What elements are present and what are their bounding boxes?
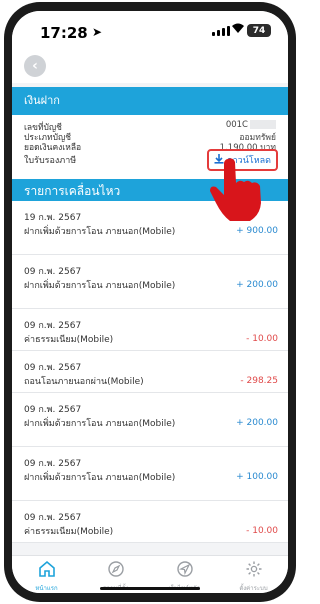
transaction-amount: - 10.00 xyxy=(246,526,278,536)
transaction-amount: - 10.00 xyxy=(246,334,278,344)
transaction-row[interactable]: 09 ก.พ. 2567 ฝากเพิ่มด้วยการโอน ภายนอก(Mo… xyxy=(12,447,288,501)
nav-label: หน้าแรก xyxy=(35,585,58,592)
status-time: 17:28 xyxy=(40,24,88,42)
phone-frame: 17:28 ➤ 74 ‹ เงินฝาก เลขที่บัญชี 001C ปร… xyxy=(4,2,296,602)
home-icon xyxy=(38,560,56,582)
transaction-description: ฝากเพิ่มด้วยการโอน ภายนอก(Mobile) xyxy=(24,473,176,483)
chevron-left-icon: ‹ xyxy=(32,58,38,74)
transaction-row[interactable]: 09 ก.พ. 2567 ฝากเพิ่มด้วยการโอน ภายนอก(Mo… xyxy=(12,255,288,309)
home-indicator xyxy=(100,587,200,590)
transaction-date: 09 ก.พ. 2567 xyxy=(24,513,82,523)
app-screen: 17:28 ➤ 74 ‹ เงินฝาก เลขที่บัญชี 001C ปร… xyxy=(12,11,288,593)
transaction-amount: + 200.00 xyxy=(236,280,278,290)
pointing-hand-icon xyxy=(210,158,261,221)
transaction-list: 19 ก.พ. 2567 ฝากเพิ่มด้วยการโอน ภายนอก(Mo… xyxy=(12,201,288,543)
transaction-row[interactable]: 09 ก.พ. 2567 ค่าธรรมเนียม(Mobile) - 10.00 xyxy=(12,501,288,543)
wifi-icon xyxy=(231,22,245,38)
transaction-description: ฝากเพิ่มด้วยการโอน ภายนอก(Mobile) xyxy=(24,281,176,291)
transaction-date: 19 ก.พ. 2567 xyxy=(24,213,82,223)
nav-label: ตั้งค่าระบบ xyxy=(239,585,268,592)
status-bar: 17:28 ➤ 74 xyxy=(12,11,288,51)
back-row: ‹ xyxy=(12,51,288,83)
transaction-amount: + 200.00 xyxy=(236,418,278,428)
transaction-date: 09 ก.พ. 2567 xyxy=(24,267,82,277)
transaction-date: 09 ก.พ. 2567 xyxy=(24,321,82,331)
transaction-description: ค่าธรรมเนียม(Mobile) xyxy=(24,335,114,345)
balance-label: ยอดเงินคงเหลือ xyxy=(24,143,82,153)
transaction-amount: + 100.00 xyxy=(236,472,278,482)
transaction-description: ถอนโอนภายนอกผ่าน(Mobile) xyxy=(24,377,144,387)
nav-item-home[interactable]: หน้าแรก xyxy=(12,556,81,593)
signal-icon xyxy=(212,26,230,36)
transaction-date: 09 ก.พ. 2567 xyxy=(24,405,82,415)
deposit-header: เงินฝาก xyxy=(12,87,288,115)
account-number-value: 001C xyxy=(226,120,276,130)
back-button[interactable]: ‹ xyxy=(24,55,46,77)
account-type-row: ประเภทบัญชี ออมทรัพย์ xyxy=(24,130,276,143)
transaction-description: ค่าธรรมเนียม(Mobile) xyxy=(24,527,114,537)
transaction-row[interactable]: 09 ก.พ. 2567 ค่าธรรมเนียม(Mobile) - 10.00 xyxy=(12,309,288,351)
location-arrow-icon: ➤ xyxy=(92,25,103,39)
tax-certificate-label: ใบรับรองภาษี xyxy=(24,156,77,166)
battery-indicator: 74 xyxy=(247,24,271,37)
transaction-row[interactable]: 09 ก.พ. 2567 ฝากเพิ่มด้วยการโอน ภายนอก(Mo… xyxy=(12,393,288,447)
transaction-amount: + 900.00 xyxy=(236,226,278,236)
transaction-description: ฝากเพิ่มด้วยการโอน ภายนอก(Mobile) xyxy=(24,227,176,237)
transaction-date: 09 ก.พ. 2567 xyxy=(24,459,82,469)
compass-icon xyxy=(107,560,125,582)
transaction-amount: - 298.25 xyxy=(240,376,278,386)
nav-item-gear[interactable]: ตั้งค่าระบบ xyxy=(219,556,288,593)
gear-icon xyxy=(245,560,263,582)
transaction-row[interactable]: 09 ก.พ. 2567 ถอนโอนภายนอกผ่าน(Mobile) - 29… xyxy=(12,351,288,393)
account-number-row: เลขที่บัญชี 001C xyxy=(24,120,276,133)
navigation-icon xyxy=(176,560,194,582)
transaction-description: ฝากเพิ่มด้วยการโอน ภายนอก(Mobile) xyxy=(24,419,176,429)
transaction-date: 09 ก.พ. 2567 xyxy=(24,363,82,373)
